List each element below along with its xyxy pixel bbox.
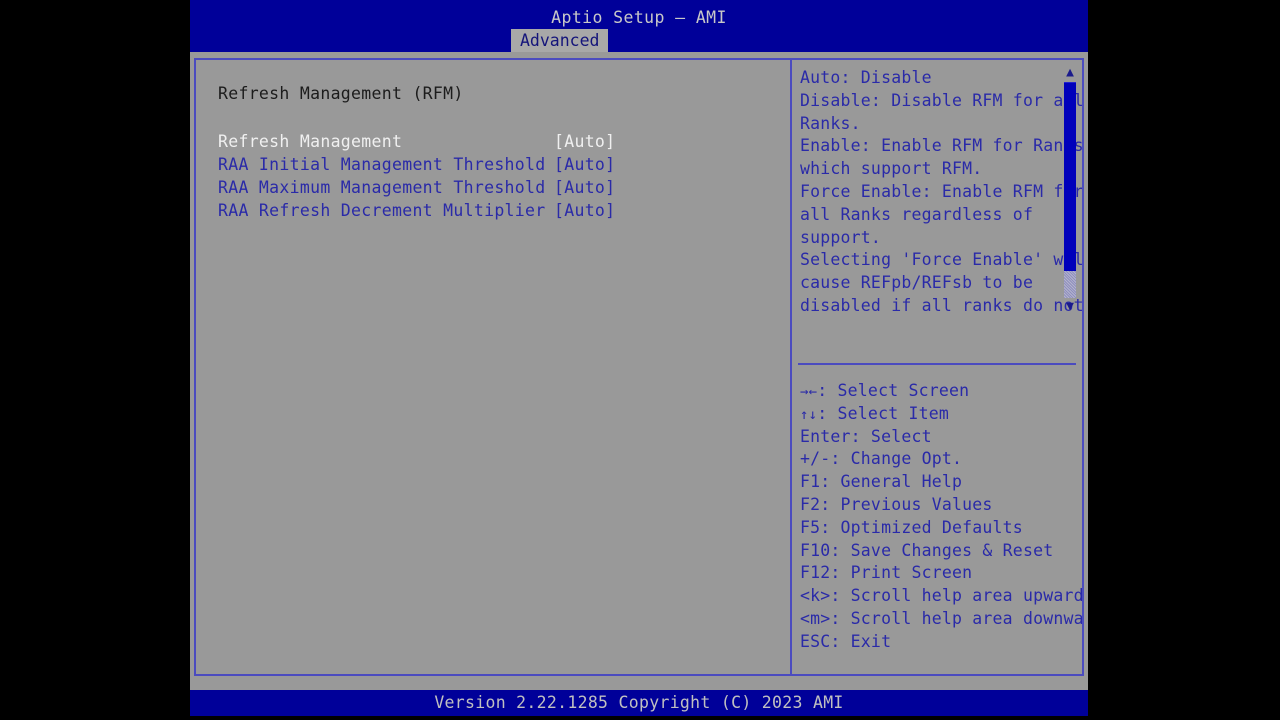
help-line: cause REFpb/REFsb to be	[800, 273, 1034, 293]
setting-label: Refresh Management	[218, 132, 403, 151]
key-legend-line: F10: Save Changes & Reset	[800, 540, 1054, 560]
key-legend: →←: Select Screen ↑↓: Select Item Enter: S…	[800, 380, 1082, 654]
body-area: Refresh Management (RFM) Refresh Managem…	[190, 52, 1088, 685]
section-heading: Refresh Management (RFM)	[218, 84, 464, 103]
page-title: Aptio Setup – AMI	[551, 8, 727, 27]
help-line: which support RFM.	[800, 159, 983, 179]
bios-screen: Aptio Setup – AMI Advanced Refresh Manag…	[0, 0, 1280, 720]
help-line: Force Enable: Enable RFM for	[800, 181, 1082, 201]
key-legend-line: F2: Previous Values	[800, 494, 993, 514]
key-legend-line: F5: Optimized Defaults	[800, 517, 1023, 537]
help-line: Auto: Disable	[800, 68, 932, 87]
bios-frame: Aptio Setup – AMI Advanced Refresh Manag…	[190, 0, 1088, 716]
help-scrollbar[interactable]: ▲ ▼	[1062, 66, 1078, 314]
settings-panel: Refresh Management (RFM) Refresh Managem…	[196, 60, 790, 674]
setting-value[interactable]: [Auto]	[554, 199, 615, 222]
help-line: Enable: Enable RFM for Ranks	[800, 136, 1082, 156]
footer-bar: Version 2.22.1285 Copyright (C) 2023 AMI	[190, 690, 1088, 716]
key-legend-line: ↑↓: Select Item	[800, 403, 1078, 426]
help-text: Auto: Disable Disable: Disable RFM for al…	[800, 67, 1082, 318]
help-panel: Auto: Disable Disable: Disable RFM for al…	[792, 60, 1082, 674]
key-legend-line: F1: General Help	[800, 472, 963, 492]
scroll-up-arrow-icon[interactable]: ▲	[1063, 66, 1077, 80]
scrollbar-thumb[interactable]	[1064, 82, 1076, 271]
key-legend-line: Enter: Select	[800, 426, 932, 446]
tab-advanced[interactable]: Advanced	[511, 29, 609, 52]
setting-label: RAA Refresh Decrement Multiplier	[218, 201, 546, 220]
setting-row[interactable]: RAA Refresh Decrement Multiplier [Auto]	[218, 199, 778, 222]
help-line: all Ranks regardless of	[800, 204, 1034, 224]
help-line: Selecting 'Force Enable' will	[800, 250, 1082, 270]
key-glyph-icon: →←	[800, 384, 818, 400]
setting-label: RAA Initial Management Threshold	[218, 155, 546, 174]
help-line: disabled if all ranks do not	[800, 295, 1082, 315]
setting-value[interactable]: [Auto]	[554, 153, 615, 176]
setting-row[interactable]: Refresh Management [Auto]	[218, 130, 778, 153]
scrollbar-track[interactable]	[1064, 82, 1076, 298]
setting-value[interactable]: [Auto]	[554, 130, 615, 153]
help-line: support.	[800, 227, 882, 247]
key-legend-line: +/-: Change Opt.	[800, 449, 963, 469]
key-legend-line: ESC: Exit	[800, 631, 892, 651]
panels-container: Refresh Management (RFM) Refresh Managem…	[194, 58, 1084, 676]
setting-row[interactable]: RAA Maximum Management Threshold [Auto]	[218, 176, 778, 199]
key-legend-line: F12: Print Screen	[800, 563, 973, 583]
key-legend-line: <k>: Scroll help area upwards	[800, 586, 1082, 606]
setting-label: RAA Maximum Management Threshold	[218, 178, 546, 197]
key-legend-text: : Select Item	[817, 403, 950, 423]
title-bar: Aptio Setup – AMI Advanced	[190, 0, 1088, 52]
setting-value[interactable]: [Auto]	[554, 176, 615, 199]
scroll-down-arrow-icon[interactable]: ▼	[1063, 300, 1077, 314]
key-legend-line: <m>: Scroll help area downwards	[800, 608, 1082, 628]
setting-row[interactable]: RAA Initial Management Threshold [Auto]	[218, 153, 778, 176]
key-legend-text: : Select Screen	[817, 381, 970, 400]
help-line: Disable: Disable RFM for all	[800, 90, 1082, 110]
version-text: Version 2.22.1285 Copyright (C) 2023 AMI	[434, 693, 844, 712]
help-divider	[798, 363, 1076, 365]
settings-list: Refresh Management [Auto] RAA Initial Mana…	[218, 130, 778, 222]
help-line: Ranks.	[800, 113, 861, 133]
key-legend-line: →←: Select Screen	[800, 380, 1078, 403]
tab-strip: Advanced	[190, 29, 1088, 52]
key-glyph-icon: ↑↓	[800, 406, 818, 423]
